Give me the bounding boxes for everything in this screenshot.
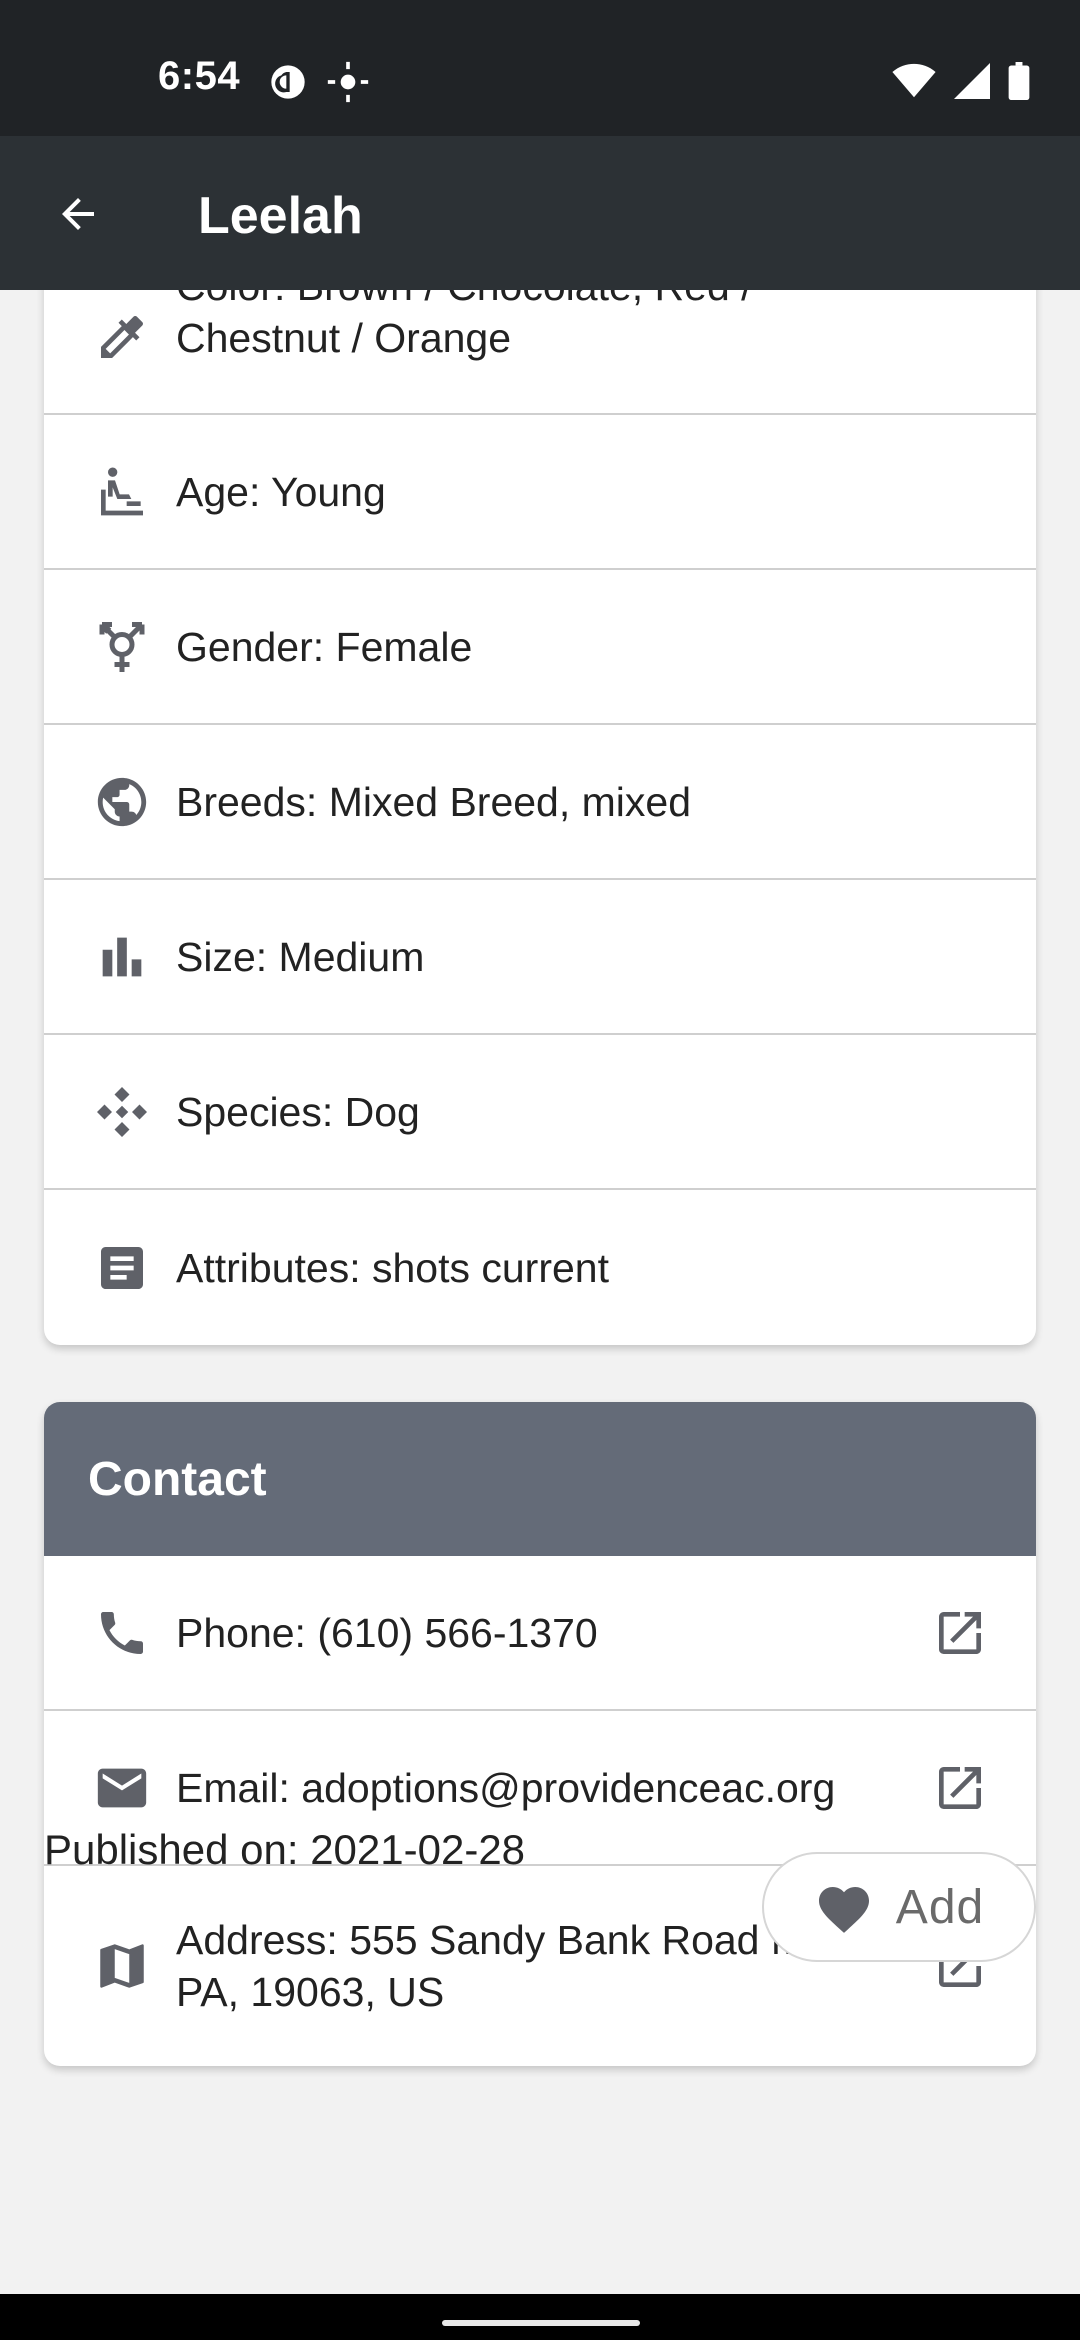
bar-chart-icon	[90, 925, 154, 989]
heart-icon	[814, 1879, 874, 1935]
system-nav-bar	[0, 2294, 1080, 2340]
document-icon	[90, 1236, 154, 1300]
contact-text: Phone: (610) 566-1370	[176, 1609, 598, 1656]
status-bar: 6:54	[0, 0, 1080, 136]
app-bar: Leelah	[0, 136, 1080, 290]
signal-icon	[954, 63, 990, 99]
open-external-icon[interactable]	[928, 1756, 992, 1820]
map-icon	[90, 1934, 154, 1998]
baby-changing-icon	[90, 460, 154, 524]
detail-row-size: Size: Medium	[44, 880, 1036, 1035]
detail-row-color: Color: Brown / Chocolate, Red / Chestnut…	[44, 290, 1036, 415]
phone-icon	[90, 1601, 154, 1665]
back-button[interactable]	[38, 182, 118, 246]
detail-row-breeds: Breeds: Mixed Breed, mixed	[44, 725, 1036, 880]
globe-icon	[90, 770, 154, 834]
detail-row-species: Species: Dog	[44, 1035, 1036, 1190]
battery-icon	[1008, 62, 1030, 100]
detail-text: Color: Brown / Chocolate, Red / Chestnut…	[176, 290, 753, 361]
details-card: Color: Brown / Chocolate, Red / Chestnut…	[44, 290, 1036, 1345]
detail-text: Species: Dog	[176, 1088, 420, 1135]
detail-row-attributes: Attributes: shots current	[44, 1190, 1036, 1345]
detail-text: Size: Medium	[176, 933, 425, 980]
published-date: Published on: 2021-02-28	[44, 1826, 526, 1873]
species-icon	[90, 1080, 154, 1144]
detail-text: Attributes: shots current	[176, 1244, 609, 1291]
add-favorite-button[interactable]: Add	[762, 1852, 1036, 1962]
add-button-label: Add	[895, 1880, 985, 1934]
home-handle[interactable]	[442, 2320, 640, 2326]
detail-text: Breeds: Mixed Breed, mixed	[176, 778, 692, 825]
wifi-icon	[892, 63, 936, 99]
status-time: 6:54	[158, 54, 241, 98]
contact-header-label: Contact	[88, 1452, 267, 1506]
data-saver-icon	[268, 62, 308, 102]
open-external-icon[interactable]	[928, 1601, 992, 1665]
detail-text: Gender: Female	[176, 623, 473, 670]
contact-card: Contact Phone: (610) 566-1370 Email: ado…	[44, 1402, 1036, 2066]
detail-row-gender: Gender: Female	[44, 570, 1036, 725]
detail-row-age: Age: Young	[44, 415, 1036, 570]
contact-row-phone[interactable]: Phone: (610) 566-1370	[44, 1556, 1036, 1711]
contact-header: Contact	[44, 1402, 1036, 1556]
eyedropper-icon	[90, 305, 154, 369]
contact-text: Email: adoptions@providenceac.org	[176, 1764, 836, 1811]
detail-text: Age: Young	[176, 468, 386, 515]
gender-icon	[90, 615, 154, 679]
location-icon	[326, 60, 370, 104]
email-icon	[90, 1756, 154, 1820]
content-scroll[interactable]: Color: Brown / Chocolate, Red / Chestnut…	[0, 290, 1080, 2294]
arrow-back-icon	[54, 190, 102, 238]
page-title: Leelah	[198, 187, 363, 245]
